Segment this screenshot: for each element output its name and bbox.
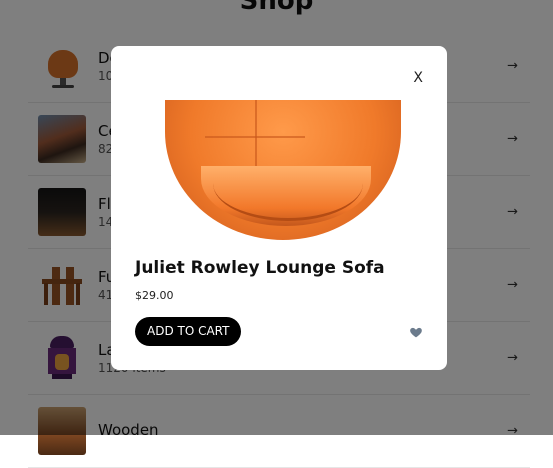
product-name: Juliet Rowley Lounge Sofa	[135, 258, 385, 278]
heart-icon[interactable]	[409, 324, 423, 338]
product-modal: X Juliet Rowley Lounge Sofa $29.00 ADD T…	[111, 46, 447, 370]
close-button[interactable]: X	[413, 70, 423, 86]
product-price: $29.00	[135, 289, 174, 302]
add-to-cart-button[interactable]: ADD TO CART	[135, 317, 242, 346]
product-image	[161, 100, 406, 244]
